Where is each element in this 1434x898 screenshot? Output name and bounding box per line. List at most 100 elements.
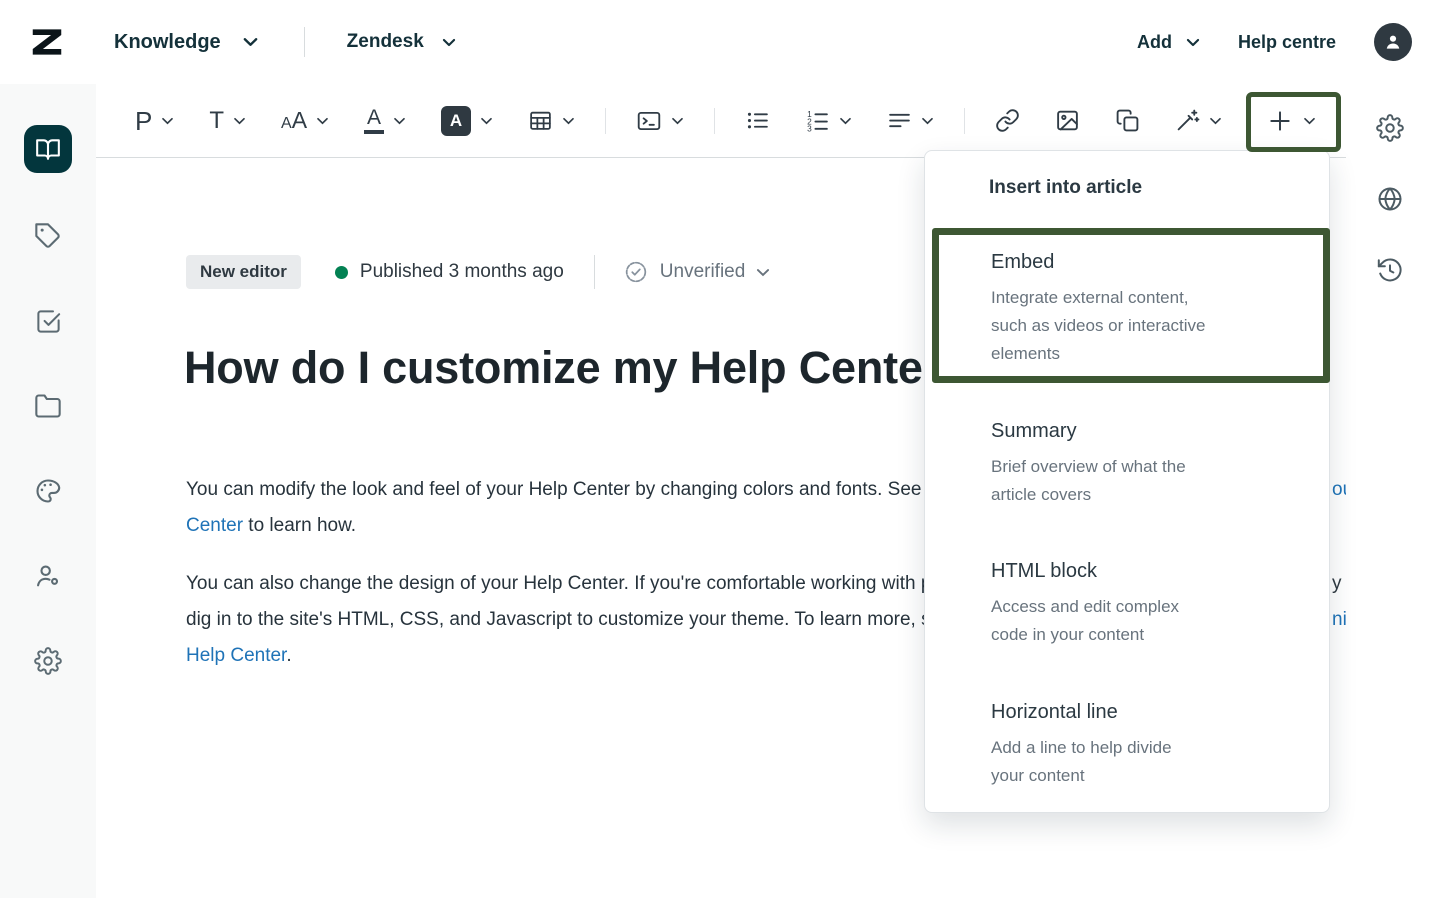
- sidebar-item-tags[interactable]: [34, 221, 62, 251]
- paste-button[interactable]: [1104, 102, 1151, 139]
- workspace-name: Zendesk: [347, 31, 424, 53]
- chevron-down-icon: [480, 117, 493, 125]
- insert-button[interactable]: [1256, 97, 1327, 145]
- folder-icon: [34, 392, 62, 420]
- article-title[interactable]: How do I customize my Help Center?: [184, 342, 967, 394]
- bulleted-list-button[interactable]: [734, 102, 781, 139]
- user-icon: [1383, 32, 1403, 52]
- app-root: Knowledge Zendesk Add Help centre: [0, 0, 1434, 898]
- text-style-button[interactable]: T: [198, 103, 257, 139]
- product-switcher[interactable]: Knowledge: [114, 31, 258, 54]
- chevron-down-icon: [921, 117, 934, 125]
- globe-icon: [1376, 185, 1404, 213]
- meta-divider: [594, 255, 595, 289]
- table-button[interactable]: [517, 102, 586, 139]
- menu-item-html-block[interactable]: HTML block Access and edit complex code …: [991, 560, 1291, 649]
- insert-menu-title: Insert into article: [989, 177, 1142, 199]
- chevron-down-icon: [442, 38, 456, 47]
- ai-assist-button[interactable]: [1164, 102, 1233, 139]
- clipped-text-fragment: y: [1332, 566, 1342, 602]
- font-size-button[interactable]: AA: [270, 103, 340, 138]
- article-meta-row: New editor Published 3 months ago Unveri…: [186, 255, 770, 289]
- toolbar-divider: [964, 108, 965, 134]
- book-open-icon: [35, 136, 61, 162]
- chevron-down-icon: [1209, 117, 1222, 125]
- sidebar-item-content[interactable]: [34, 391, 62, 421]
- paragraph-style-button[interactable]: P: [124, 102, 185, 140]
- alignment-button[interactable]: [876, 102, 945, 139]
- bulleted-list-icon: [745, 108, 770, 133]
- zendesk-logo-icon: [26, 23, 68, 61]
- chevron-down-icon: [1303, 117, 1316, 125]
- sidebar-item-settings[interactable]: [34, 646, 62, 676]
- menu-item-embed[interactable]: Embed Integrate external content, such a…: [991, 251, 1291, 368]
- image-button[interactable]: [1044, 102, 1091, 139]
- help-centre-button[interactable]: Help centre: [1238, 32, 1336, 53]
- sidebar: [0, 84, 96, 898]
- chevron-down-icon: [1186, 38, 1200, 47]
- sidebar-item-themes[interactable]: [34, 476, 62, 506]
- code-block-button[interactable]: [625, 102, 695, 140]
- palette-icon: [34, 477, 62, 505]
- svg-text:3: 3: [807, 124, 812, 133]
- product-name: Knowledge: [114, 31, 221, 54]
- toolbar-divider: [605, 108, 606, 134]
- check-square-icon: [35, 308, 62, 335]
- magic-wand-icon: [1175, 108, 1200, 133]
- color-bar: [364, 130, 384, 134]
- chevron-down-icon: [839, 117, 852, 125]
- article-link[interactable]: Center: [186, 515, 243, 536]
- tag-icon: [34, 222, 62, 250]
- insert-menu: Insert into article Embed Integrate exte…: [924, 150, 1330, 813]
- link-button[interactable]: [984, 102, 1031, 139]
- chevron-down-icon: [393, 117, 406, 125]
- article-settings-button[interactable]: [1376, 114, 1404, 142]
- add-menu-button[interactable]: Add: [1137, 32, 1200, 53]
- history-icon: [1376, 256, 1404, 284]
- highlight-color-button[interactable]: A: [430, 100, 504, 142]
- numbered-list-icon: 123: [805, 108, 830, 133]
- gear-icon: [1376, 114, 1404, 142]
- topbar-actions: Add Help centre: [1137, 23, 1412, 61]
- align-left-icon: [887, 108, 912, 133]
- verification-dropdown[interactable]: Unverified: [623, 259, 771, 285]
- chevron-down-icon: [316, 117, 329, 125]
- gear-icon: [34, 647, 62, 675]
- right-rail: [1346, 84, 1434, 898]
- numbered-list-button[interactable]: 123: [794, 102, 863, 139]
- highlight-tile: A: [441, 106, 471, 136]
- chevron-down-icon: [161, 117, 174, 125]
- text-color-button[interactable]: A: [353, 101, 417, 140]
- chevron-down-icon: [756, 268, 770, 277]
- editor-toolbar: P T AA A A: [96, 84, 1346, 158]
- chevron-down-icon: [562, 117, 575, 125]
- article-link[interactable]: Help Center: [186, 645, 286, 666]
- code-block-icon: [636, 108, 662, 134]
- sidebar-item-user-permissions[interactable]: [34, 561, 62, 591]
- toolbar-divider: [714, 108, 715, 134]
- topbar-divider: [304, 27, 305, 57]
- chevron-down-icon: [243, 37, 258, 47]
- paste-icon: [1115, 108, 1140, 133]
- link-icon: [995, 108, 1020, 133]
- published-status: Published 3 months ago: [360, 261, 564, 283]
- verification-label: Unverified: [660, 261, 746, 283]
- menu-item-summary[interactable]: Summary Brief overview of what the artic…: [991, 420, 1291, 509]
- image-icon: [1055, 108, 1080, 133]
- topbar: Knowledge Zendesk Add Help centre: [0, 0, 1434, 84]
- new-editor-badge: New editor: [186, 255, 301, 289]
- user-permissions-icon: [34, 562, 62, 590]
- language-button[interactable]: [1376, 185, 1404, 213]
- sidebar-item-knowledge-base[interactable]: [24, 125, 72, 173]
- avatar[interactable]: [1374, 23, 1412, 61]
- history-button[interactable]: [1376, 256, 1404, 284]
- chevron-down-icon: [233, 117, 246, 125]
- plus-icon: [1267, 108, 1293, 134]
- menu-item-horizontal-line[interactable]: Horizontal line Add a line to help divid…: [991, 701, 1291, 790]
- published-status-dot: [335, 266, 348, 279]
- workspace-switcher[interactable]: Zendesk: [347, 31, 456, 53]
- verification-badge-icon: [623, 259, 649, 285]
- chevron-down-icon: [671, 117, 684, 125]
- sidebar-item-approvals[interactable]: [35, 306, 62, 336]
- table-icon: [528, 108, 553, 133]
